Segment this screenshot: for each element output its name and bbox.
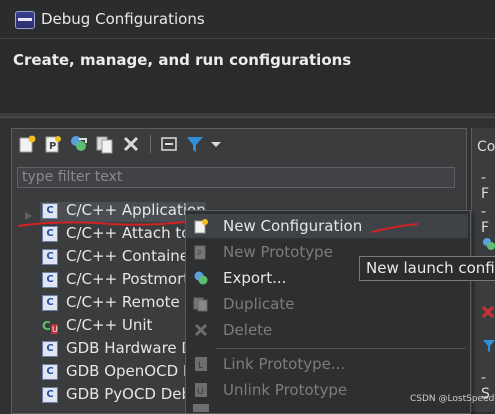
annotation-underline-application bbox=[17, 221, 186, 227]
watermark: CSDN @LostSpeed bbox=[410, 394, 495, 404]
annotation-underline-new-configuration bbox=[371, 223, 419, 233]
annotation-overlay bbox=[17, 221, 419, 233]
